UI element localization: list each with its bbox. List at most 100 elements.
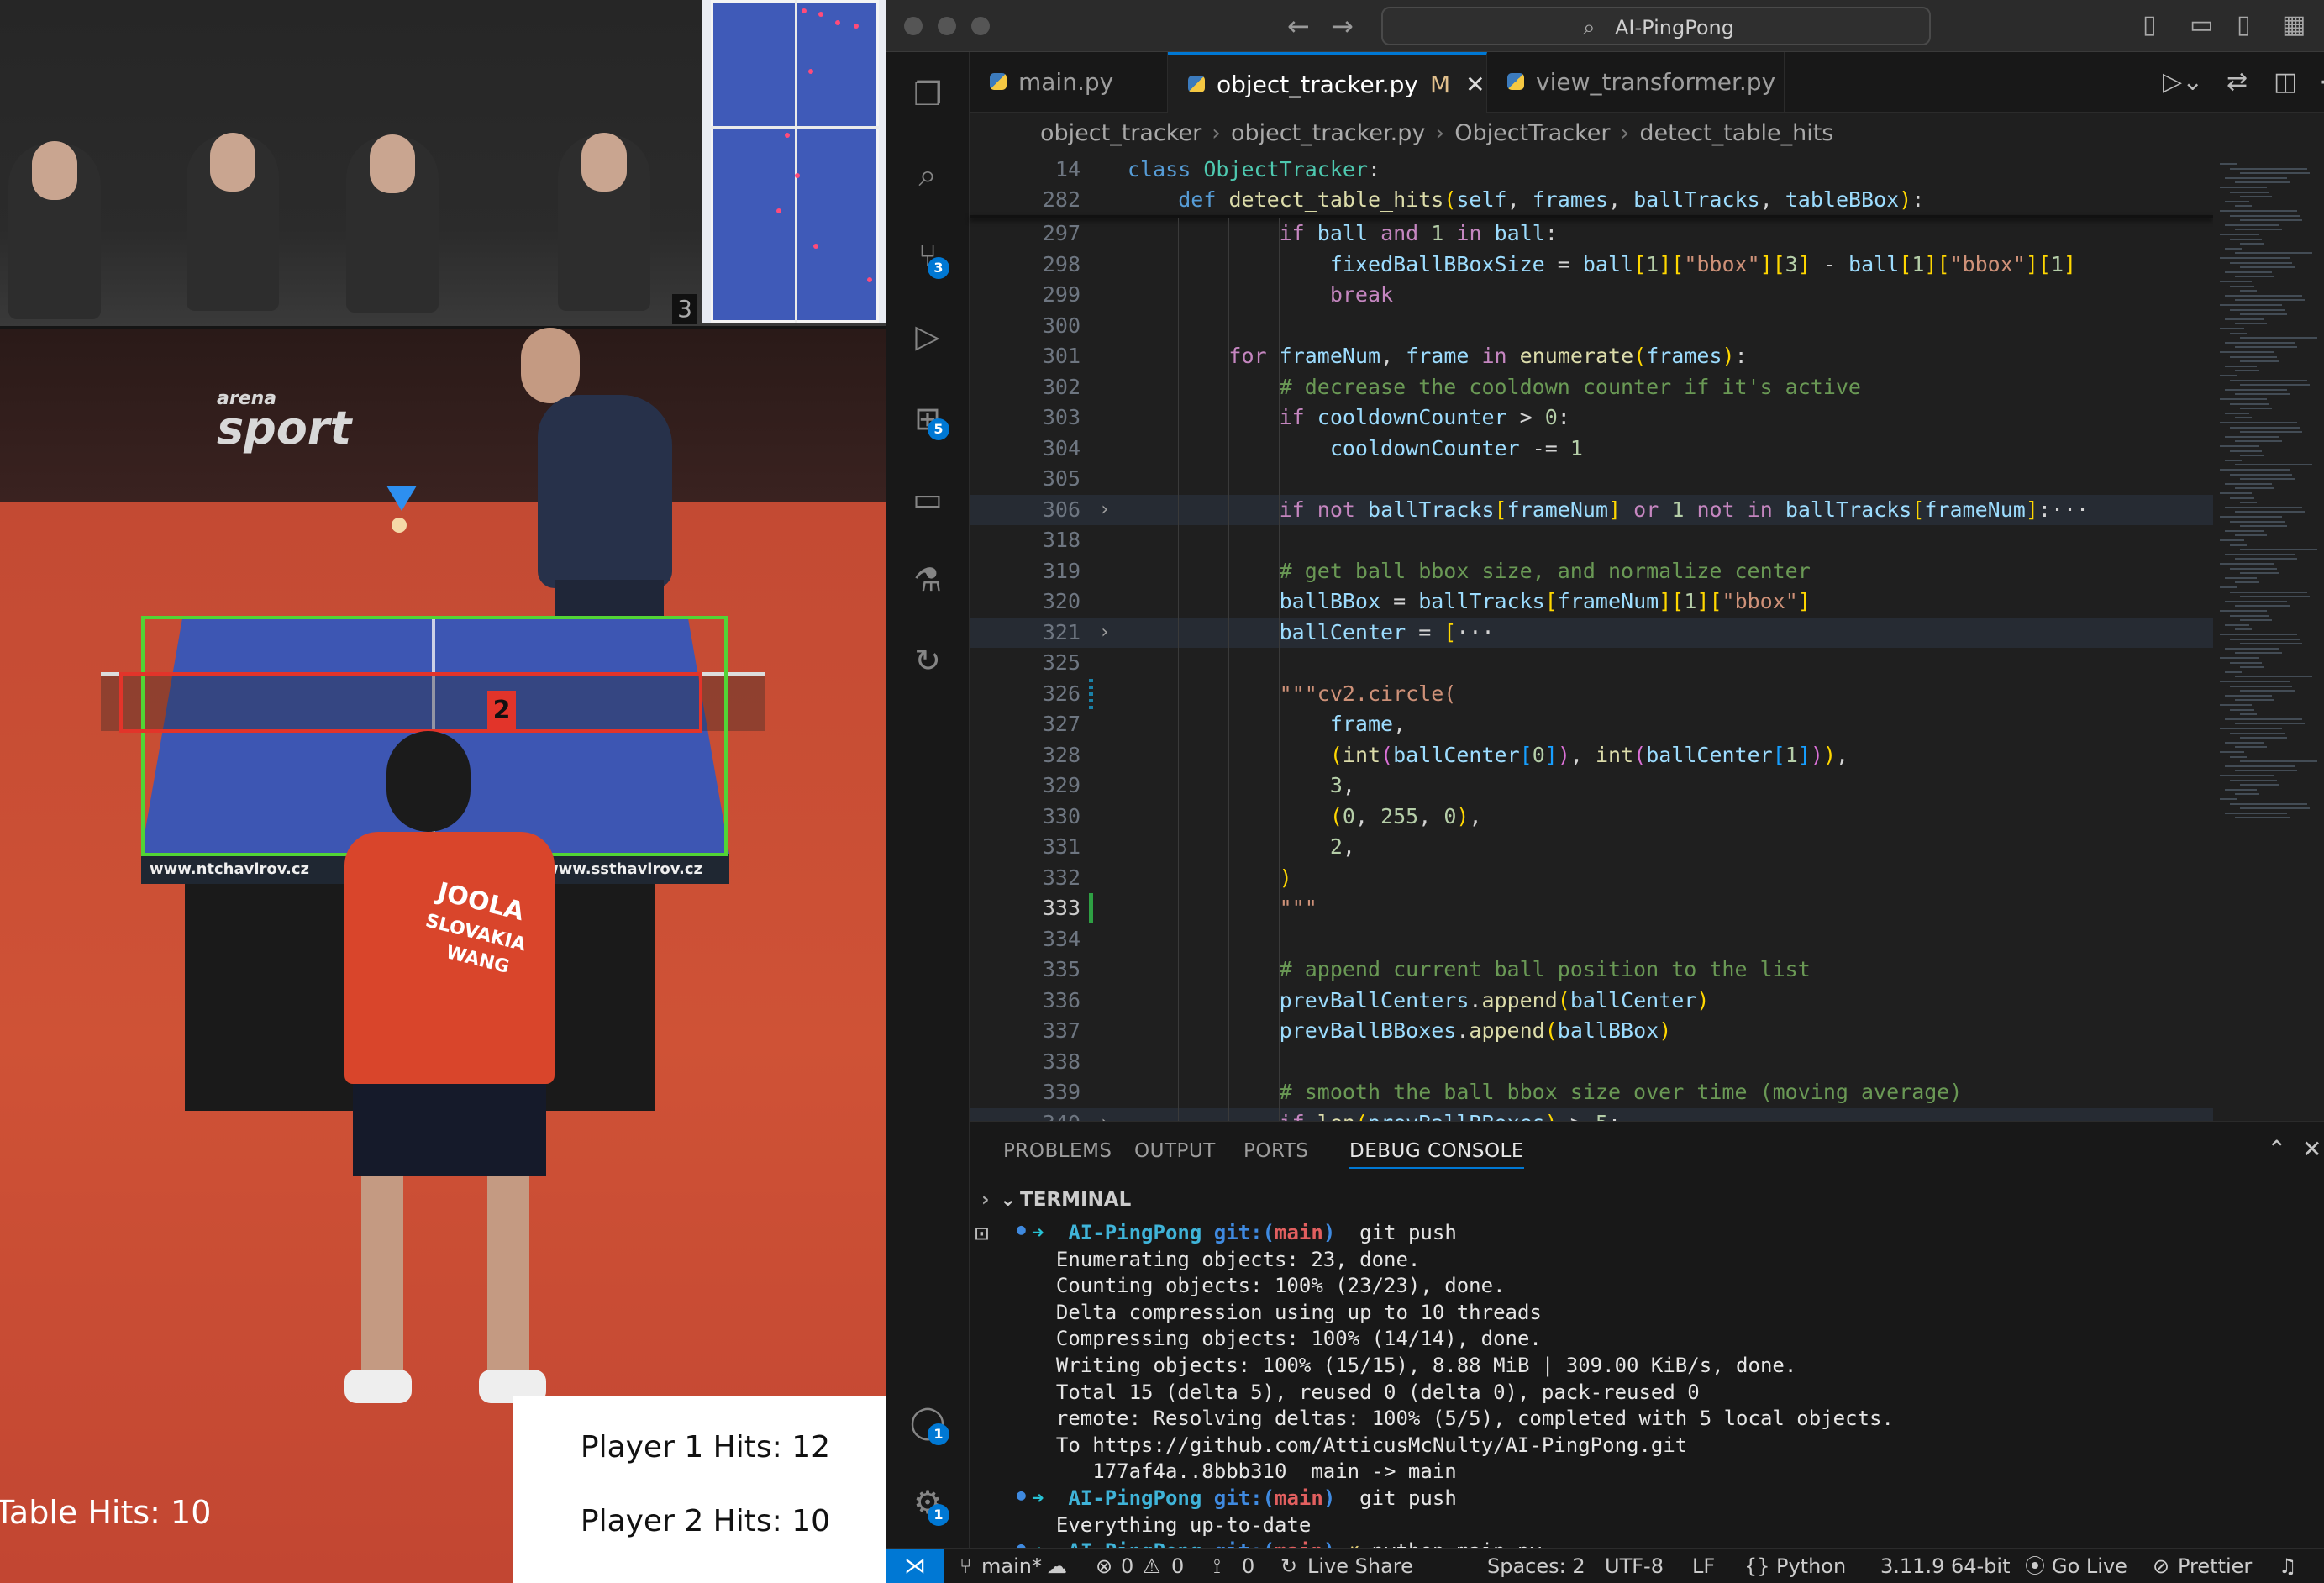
tab-debug-console[interactable]: DEBUG CONSOLE (1349, 1140, 1524, 1169)
minimap-line (2230, 661, 2262, 664)
command-decoration-icon[interactable]: ● (1017, 1486, 1026, 1504)
code-line[interactable]: 305 (970, 464, 2213, 494)
eol-setting[interactable]: LF (1692, 1549, 1715, 1583)
open-changes-icon[interactable]: ⇄ (2227, 67, 2248, 97)
minimize-window-button[interactable] (938, 17, 956, 35)
warning-count[interactable]: 0 (1171, 1549, 1184, 1583)
code-line[interactable]: 329 3, (970, 770, 2213, 801)
arrow-right-icon[interactable]: → (1331, 10, 1354, 42)
close-icon[interactable]: ✕ (1465, 71, 1485, 98)
line-code: (int(ballCenter[0]), int(ballCenter[1]))… (1329, 742, 1849, 767)
editor-minimap[interactable] (2213, 155, 2324, 1121)
prettier-status[interactable]: Prettier (2178, 1549, 2252, 1583)
split-editor-icon[interactable]: ◫ (2274, 67, 2297, 97)
sync-icon[interactable]: ☁ (1047, 1549, 1067, 1583)
terminal-output-line: Writing objects: 100% (15/15), 8.88 MiB … (1032, 1354, 1797, 1377)
code-line[interactable]: 306 › if not ballTracks[frameNum] or 1 no… (970, 494, 2213, 525)
code-line[interactable]: 330 (0, 255, 0), (970, 802, 2213, 832)
code-line[interactable]: 301 for frameNum, frame in enumerate(fra… (970, 341, 2213, 371)
live-share-button[interactable]: Live Share (1307, 1549, 1413, 1583)
code-line[interactable]: 318 (970, 525, 2213, 555)
remote-explorer-icon[interactable]: ▭ (907, 479, 948, 519)
toggle-panel-icon[interactable]: ▭ (2190, 10, 2213, 39)
minimap-line (2235, 276, 2274, 278)
command-decoration-icon[interactable]: ● (1017, 1221, 1026, 1239)
testing-icon[interactable]: ⚗ (907, 560, 948, 600)
go-live-button[interactable]: Go Live (2052, 1549, 2127, 1583)
search-icon[interactable]: ⌕ (907, 155, 948, 195)
tab-main-py[interactable]: main.py (970, 52, 1168, 113)
explorer-icon[interactable]: ❐ (907, 74, 948, 114)
minimap-line (2220, 563, 2274, 565)
code-line[interactable]: 333 """ (970, 893, 2213, 923)
code-line[interactable]: 299 break (970, 280, 2213, 310)
live-share-icon[interactable]: ↻ (907, 640, 948, 681)
code-line[interactable]: 337 prevBallBBoxes.append(ballBBox) (970, 1016, 2213, 1046)
minimap-line (2230, 261, 2292, 264)
code-line[interactable]: 327 frame, (970, 709, 2213, 739)
maximize-panel-icon[interactable]: ⌃ (2267, 1135, 2286, 1163)
sticky-line[interactable]: 282 def detect_table_hits(self, frames, … (970, 185, 2213, 215)
indentation-setting[interactable]: Spaces: 2 (1487, 1549, 1585, 1583)
tab-output[interactable]: OUTPUT (1134, 1140, 1216, 1162)
toggle-primary-sidebar-icon[interactable]: ▯ (2143, 10, 2157, 39)
tab-view-transformer-py[interactable]: view_transformer.py (1487, 52, 1785, 113)
branch-name[interactable]: main* (981, 1549, 1042, 1583)
language-mode[interactable]: Python (1776, 1549, 1846, 1583)
breadcrumb-class[interactable]: ObjectTracker (1454, 120, 1610, 146)
error-count[interactable]: 0 (1121, 1549, 1133, 1583)
tab-problems[interactable]: PROBLEMS (1003, 1140, 1112, 1162)
chevron-right-icon[interactable]: › (981, 1182, 989, 1217)
code-line[interactable]: 336 prevBallCenters.append(ballCenter) (970, 986, 2213, 1016)
close-window-button[interactable] (904, 17, 923, 35)
code-line[interactable]: 302 # decrease the cooldown counter if i… (970, 372, 2213, 402)
code-line[interactable]: 304 cooldownCounter -= 1 (970, 434, 2213, 464)
code-line[interactable]: 338 (970, 1047, 2213, 1077)
ports-count[interactable]: 0 (1242, 1549, 1254, 1583)
code-line[interactable]: 339 # smooth the ball bbox size over tim… (970, 1077, 2213, 1107)
minimap-line (2240, 643, 2302, 645)
code-line[interactable]: 300 (970, 311, 2213, 341)
chevron-down-icon[interactable]: ⌄ (1000, 1182, 1016, 1217)
sticky-line[interactable]: 14 class ObjectTracker: (970, 155, 2213, 185)
code-line[interactable]: 303 if cooldownCounter > 0: (970, 402, 2213, 433)
breadcrumb-folder[interactable]: object_tracker (1040, 120, 1201, 146)
run-debug-icon[interactable]: ▷ (907, 316, 948, 356)
more-actions-icon[interactable]: ⋯ (2319, 67, 2324, 97)
python-file-icon (1507, 73, 1524, 90)
code-editor[interactable]: 14 class ObjectTracker: 282 def detect_tab… (970, 155, 2213, 1139)
python-interpreter[interactable]: 3.11.9 64-bit (1880, 1549, 2010, 1583)
code-line[interactable]: 328 (int(ballCenter[0]), int(ballCenter[… (970, 740, 2213, 770)
terminal[interactable]: ⊡ ● ➜ AI-PingPong git:(main) git push Enu… (970, 1217, 2324, 1583)
tab-ports[interactable]: PORTS (1243, 1140, 1308, 1162)
toggle-secondary-sidebar-icon[interactable]: ▯ (2237, 10, 2251, 39)
remote-indicator-icon[interactable]: ⋊ (886, 1549, 944, 1583)
zoom-window-button[interactable] (971, 17, 990, 35)
command-center-search[interactable]: ⌕ AI-PingPong (1381, 7, 1931, 45)
chevron-right-icon[interactable]: › (1099, 495, 1110, 525)
chevron-right-icon[interactable]: › (1099, 618, 1110, 648)
code-line[interactable]: 326 """cv2.circle( (970, 679, 2213, 709)
notifications-icon[interactable]: ♫ (2279, 1549, 2297, 1583)
code-line[interactable]: 332 ) (970, 863, 2213, 893)
terminal-header[interactable]: › ⌄ TERMINAL (970, 1182, 2324, 1217)
encoding-setting[interactable]: UTF-8 (1605, 1549, 1664, 1583)
code-line[interactable]: 335 # append current ball position to th… (970, 955, 2213, 985)
breadcrumb-file[interactable]: object_tracker.py (1231, 120, 1425, 146)
code-line[interactable]: 331 2, (970, 832, 2213, 862)
line-number: 305 (1042, 466, 1081, 491)
code-line[interactable]: 319 # get ball bbox size, and normalize … (970, 556, 2213, 586)
run-python-icon[interactable]: ▷⌄ (2163, 67, 2203, 97)
code-line[interactable]: 320 ballBBox = ballTracks[frameNum][1]["… (970, 586, 2213, 617)
code-line[interactable]: 297 if ball and 1 in ball: (970, 218, 2213, 249)
code-line[interactable]: 334 (970, 924, 2213, 955)
code-line[interactable]: 298 fixedBallBBoxSize = ball[1]["bbox"][… (970, 250, 2213, 280)
arrow-left-icon[interactable]: ← (1287, 10, 1310, 42)
code-line[interactable]: 325 (970, 648, 2213, 678)
code-line[interactable]: 321 › ballCenter = [··· (970, 617, 2213, 648)
breadcrumb-method[interactable]: detect_table_hits (1639, 120, 1833, 146)
customize-layout-icon[interactable]: ▦ (2282, 10, 2306, 39)
minimap-line (2225, 694, 2272, 697)
close-panel-icon[interactable]: ✕ (2302, 1135, 2321, 1163)
tab-object-tracker-py[interactable]: object_tracker.py M ✕ (1168, 52, 1487, 113)
